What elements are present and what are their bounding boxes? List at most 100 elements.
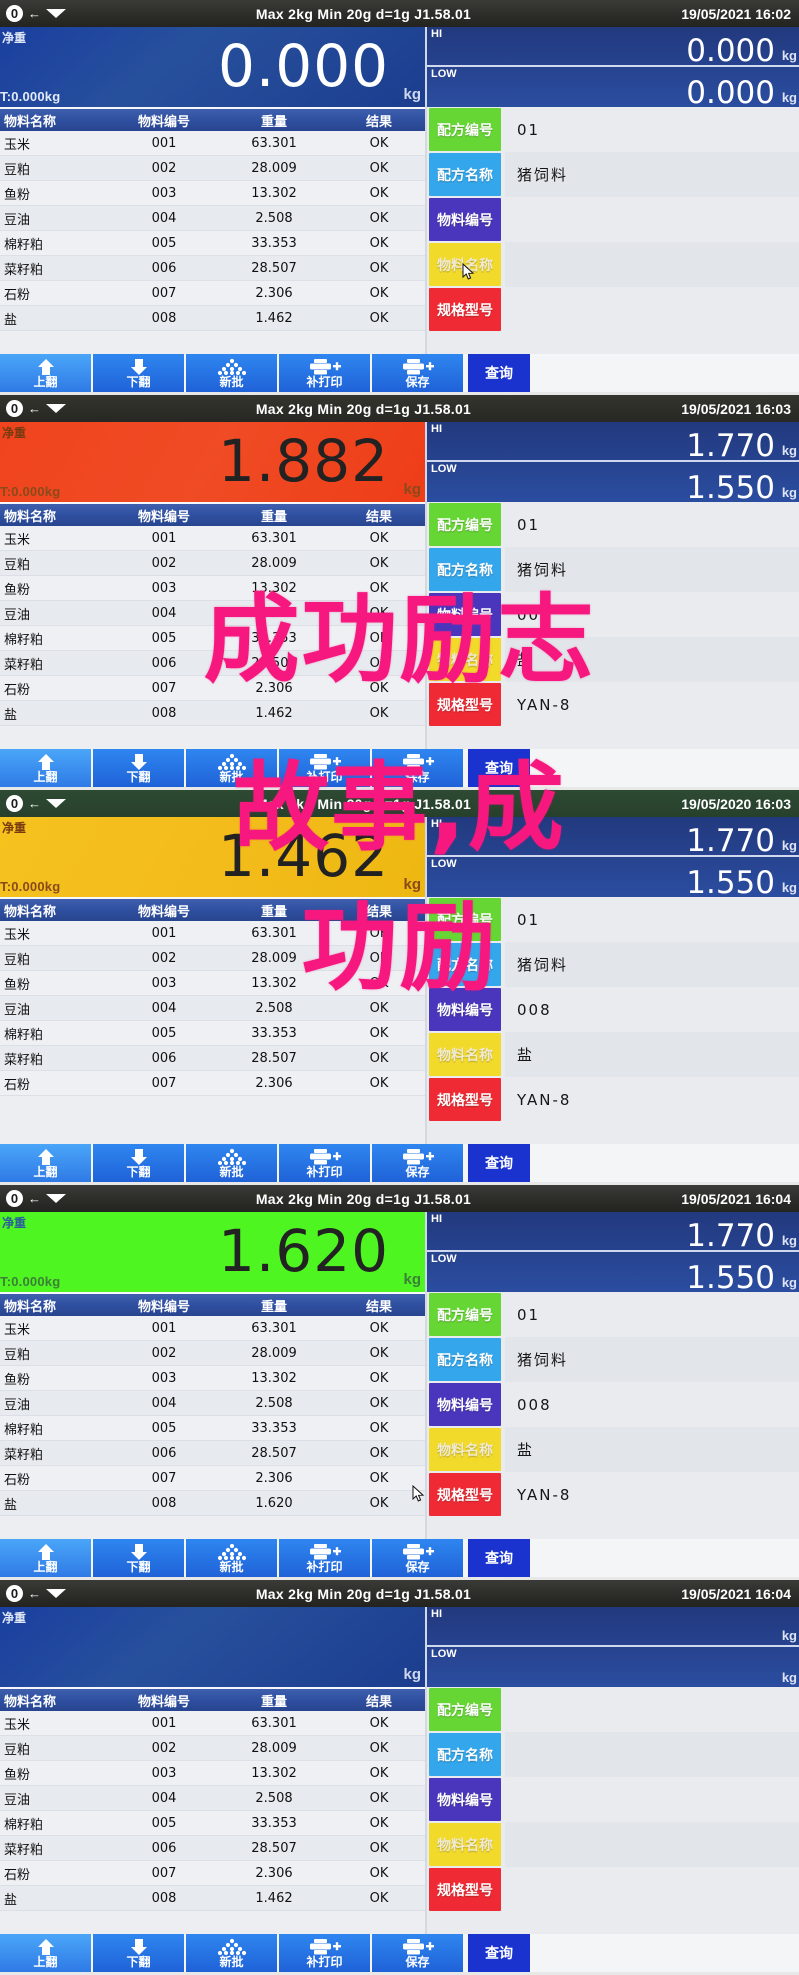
table-row[interactable]: 豆油 004 2.508 OK [0,995,429,1021]
material-name-value[interactable]: 盐 [505,1032,799,1077]
save-button[interactable]: 保存 [372,354,463,392]
table-row[interactable]: 石粉 007 2.306 OK [0,280,429,306]
recipe-name-value[interactable]: 猪饲料 [505,152,799,197]
material-name-key[interactable]: 物料名称 [429,638,501,681]
table-row[interactable]: 豆油 004 2.508 OK [0,1785,429,1811]
new-batch-button[interactable]: 新批 [186,1539,277,1577]
material-code-value[interactable]: 008 [505,592,799,637]
recipe-name-key[interactable]: 配方名称 [429,943,501,986]
material-code-key[interactable]: 物料编号 [429,1383,501,1426]
query-button[interactable]: 查询 [468,749,530,787]
recipe-code-key[interactable]: 配方编号 [429,108,501,151]
table-row[interactable]: 鱼粉 003 13.302 OK [0,1760,429,1786]
table-row[interactable]: 棉籽粕 005 33.353 OK [0,625,429,651]
material-code-key[interactable]: 物料编号 [429,593,501,636]
material-code-value[interactable]: 008 [505,987,799,1032]
material-code-key[interactable]: 物料编号 [429,1778,501,1821]
page-up-button[interactable]: 上翻 [0,354,91,392]
table-row[interactable]: 豆粕 002 28.009 OK [0,945,429,971]
page-up-button[interactable]: 上翻 [0,749,91,787]
save-button[interactable]: 保存 [372,1934,463,1972]
table-row[interactable]: 菜籽粕 006 28.507 OK [0,255,429,281]
spec-model-value[interactable] [505,1867,799,1912]
material-code-key[interactable]: 物料编号 [429,988,501,1031]
table-row[interactable]: 石粉 007 2.306 OK [0,1465,429,1491]
recipe-name-value[interactable]: 猪饲料 [505,547,799,592]
table-row[interactable]: 玉米 001 63.301 OK [0,131,429,156]
query-button[interactable]: 查询 [468,354,530,392]
query-button[interactable]: 查询 [468,1934,530,1972]
table-row[interactable]: 鱼粉 003 13.302 OK [0,970,429,996]
spec-model-value[interactable]: YAN-8 [505,1077,799,1122]
spec-model-key[interactable]: 规格型号 [429,288,501,331]
page-down-button[interactable]: 下翻 [93,1934,184,1972]
page-down-button[interactable]: 下翻 [93,1539,184,1577]
recipe-name-key[interactable]: 配方名称 [429,548,501,591]
spec-model-key[interactable]: 规格型号 [429,1868,501,1911]
spec-model-key[interactable]: 规格型号 [429,683,501,726]
reprint-button[interactable]: 补打印 [279,1934,370,1972]
table-row[interactable]: 鱼粉 003 13.302 OK [0,575,429,601]
materials-table-wrap[interactable]: 物料名称 物料编号 重量 结果 玉米 001 63.301 OK 豆粕 002 28.009 OK 鱼粉… [0,1687,429,1937]
query-button[interactable]: 查询 [468,1539,530,1577]
table-row[interactable]: 菜籽粕 006 28.507 OK [0,1045,429,1071]
table-row[interactable]: 豆油 004 2.508 OK [0,1390,429,1416]
material-code-value[interactable] [505,1777,799,1822]
table-row[interactable]: 盐 008 1.462 OK [0,305,429,331]
page-down-button[interactable]: 下翻 [93,354,184,392]
recipe-name-value[interactable] [505,1732,799,1777]
recipe-code-value[interactable]: 01 [505,502,799,547]
table-row[interactable]: 豆粕 002 28.009 OK [0,155,429,181]
page-up-button[interactable]: 上翻 [0,1144,91,1182]
spec-model-value[interactable]: YAN-8 [505,1472,799,1517]
table-row[interactable]: 鱼粉 003 13.302 OK [0,1365,429,1391]
page-down-button[interactable]: 下翻 [93,1144,184,1182]
new-batch-button[interactable]: 新批 [186,354,277,392]
recipe-name-key[interactable]: 配方名称 [429,153,501,196]
query-button[interactable]: 查询 [468,1144,530,1182]
table-row[interactable]: 鱼粉 003 13.302 OK [0,180,429,206]
materials-table-wrap[interactable]: 物料名称 物料编号 重量 结果 玉米 001 63.301 OK 豆粕 002 28.009 OK 鱼粉… [0,1292,429,1542]
material-code-value[interactable] [505,197,799,242]
material-name-key[interactable]: 物料名称 [429,1428,501,1471]
recipe-name-key[interactable]: 配方名称 [429,1338,501,1381]
new-batch-button[interactable]: 新批 [186,1934,277,1972]
new-batch-button[interactable]: 新批 [186,1144,277,1182]
table-row[interactable]: 盐 008 1.462 OK [0,700,429,726]
table-row[interactable]: 石粉 007 2.306 OK [0,675,429,701]
reprint-button[interactable]: 补打印 [279,749,370,787]
recipe-code-value[interactable]: 01 [505,1292,799,1337]
reprint-button[interactable]: 补打印 [279,1539,370,1577]
recipe-code-value[interactable]: 01 [505,107,799,152]
recipe-code-key[interactable]: 配方编号 [429,503,501,546]
table-row[interactable]: 豆粕 002 28.009 OK [0,1735,429,1761]
recipe-code-key[interactable]: 配方编号 [429,1688,501,1731]
reprint-button[interactable]: 补打印 [279,354,370,392]
save-button[interactable]: 保存 [372,1144,463,1182]
table-row[interactable]: 玉米 001 63.301 OK [0,1316,429,1341]
save-button[interactable]: 保存 [372,1539,463,1577]
table-row[interactable]: 玉米 001 63.301 OK [0,526,429,551]
recipe-name-key[interactable]: 配方名称 [429,1733,501,1776]
table-row[interactable]: 豆粕 002 28.009 OK [0,550,429,576]
page-down-button[interactable]: 下翻 [93,749,184,787]
table-row[interactable]: 豆油 004 2.508 OK [0,205,429,231]
table-row[interactable]: 棉籽粕 005 33.353 OK [0,1415,429,1441]
recipe-name-value[interactable]: 猪饲料 [505,942,799,987]
table-row[interactable]: 盐 008 1.462 OK [0,1885,429,1911]
materials-table-wrap[interactable]: 物料名称 物料编号 重量 结果 玉米 001 63.301 OK 豆粕 002 28.009 OK 鱼粉… [0,502,429,752]
material-name-key[interactable]: 物料名称 [429,1823,501,1866]
material-name-value[interactable]: 盐 [505,637,799,682]
reprint-button[interactable]: 补打印 [279,1144,370,1182]
spec-model-value[interactable] [505,287,799,332]
recipe-name-value[interactable]: 猪饲料 [505,1337,799,1382]
material-code-value[interactable]: 008 [505,1382,799,1427]
materials-table-wrap[interactable]: 物料名称 物料编号 重量 结果 玉米 001 63.301 OK 豆粕 002 28.009 OK 鱼粉… [0,897,429,1147]
save-button[interactable]: 保存 [372,749,463,787]
materials-table-wrap[interactable]: 物料名称 物料编号 重量 结果 玉米 001 63.301 OK 豆粕 002 28.009 OK 鱼粉… [0,107,429,357]
table-row[interactable]: 豆粕 002 28.009 OK [0,1340,429,1366]
spec-model-value[interactable]: YAN-8 [505,682,799,727]
recipe-code-key[interactable]: 配方编号 [429,898,501,941]
table-row[interactable]: 豆油 004 2.508 OK [0,600,429,626]
table-row[interactable]: 菜籽粕 006 28.507 OK [0,1835,429,1861]
